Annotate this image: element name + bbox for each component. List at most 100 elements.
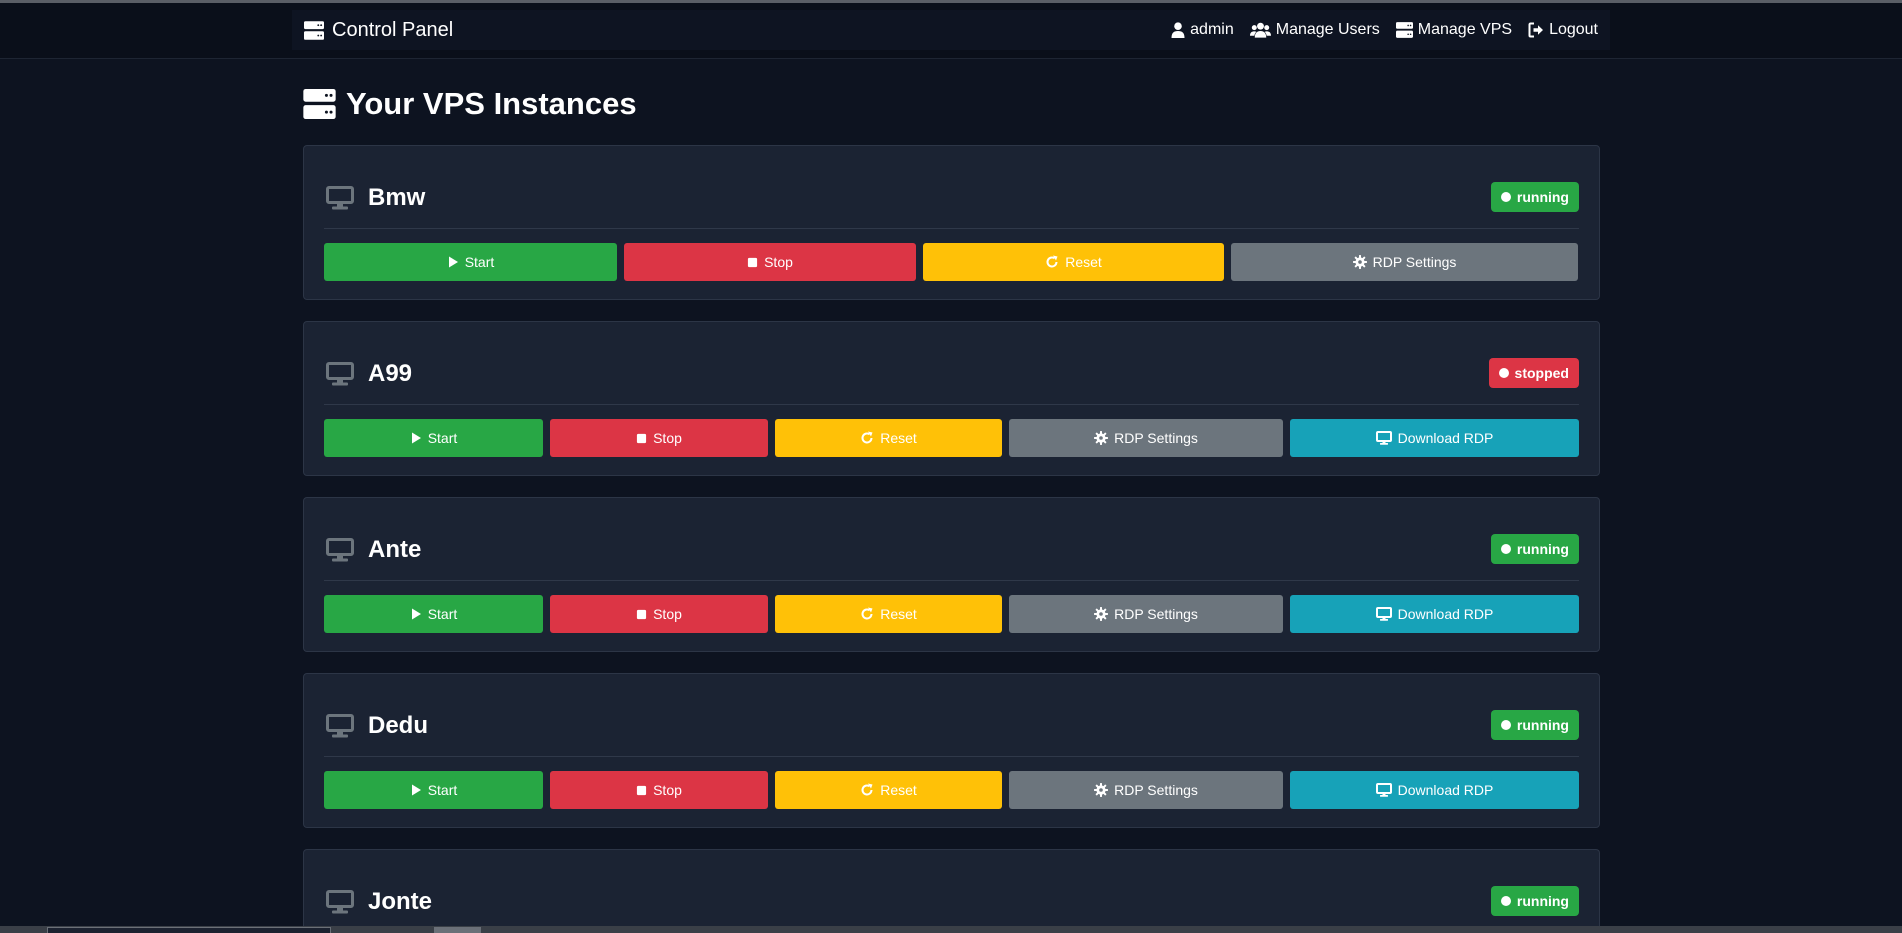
play-icon bbox=[410, 432, 422, 444]
card-title: Bmw bbox=[326, 184, 425, 212]
status-badge: running bbox=[1490, 886, 1579, 916]
download-rdp-label: Download RDP bbox=[1397, 606, 1494, 622]
stop-label: Stop bbox=[653, 430, 682, 446]
rdp-settings-label: RDP Settings bbox=[1372, 254, 1457, 270]
status-dot-icon bbox=[1500, 720, 1511, 730]
start-label: Start bbox=[427, 782, 458, 798]
rotate-icon bbox=[860, 607, 874, 621]
start-button[interactable]: Start bbox=[324, 243, 617, 281]
vps-name: Ante bbox=[368, 536, 422, 563]
desktop-icon bbox=[1376, 607, 1392, 621]
monitor-icon bbox=[326, 538, 354, 562]
start-label: Start bbox=[427, 606, 458, 622]
stop-icon bbox=[747, 257, 758, 268]
start-label: Start bbox=[464, 254, 495, 270]
nav-link-admin-label: admin bbox=[1190, 21, 1234, 38]
play-icon bbox=[410, 608, 422, 620]
vps-name: Jonte bbox=[368, 888, 433, 915]
nav-link-manage-users-label: Manage Users bbox=[1275, 21, 1380, 38]
download-rdp-button[interactable]: Download RDP bbox=[1290, 771, 1579, 809]
status-badge: stopped bbox=[1488, 358, 1579, 388]
stop-icon bbox=[636, 609, 647, 620]
server-icon bbox=[303, 89, 336, 119]
stop-icon bbox=[636, 433, 647, 444]
stop-button[interactable]: Stop bbox=[550, 595, 768, 633]
nav-link-admin[interactable]: admin bbox=[1171, 21, 1234, 39]
status-badge: running bbox=[1490, 710, 1579, 740]
brand-label: Control Panel bbox=[332, 18, 454, 41]
status-text: running bbox=[1516, 717, 1569, 733]
users-icon bbox=[1250, 22, 1271, 38]
status-dot-icon bbox=[1500, 896, 1511, 906]
rdp-settings-label: RDP Settings bbox=[1114, 782, 1198, 798]
reset-button[interactable]: Reset bbox=[775, 419, 1002, 457]
status-dot-icon bbox=[1498, 368, 1509, 378]
action-buttons: Start Stop Reset RDP Settings Download R… bbox=[324, 595, 1579, 633]
nav-link-logout[interactable]: Logout bbox=[1528, 21, 1598, 39]
gear-icon bbox=[1094, 607, 1108, 621]
download-rdp-button[interactable]: Download RDP bbox=[1290, 595, 1579, 633]
rdp-settings-button[interactable]: RDP Settings bbox=[1009, 595, 1283, 633]
play-icon bbox=[447, 256, 459, 268]
card-title: Jonte bbox=[326, 888, 432, 916]
logout-icon bbox=[1528, 22, 1544, 38]
status-badge: running bbox=[1490, 534, 1579, 564]
reset-button[interactable]: Reset bbox=[775, 771, 1002, 809]
vps-card: A99 stopped Start Stop Reset RDP Setting… bbox=[303, 321, 1600, 476]
nav-link-manage-vps[interactable]: Manage VPS bbox=[1396, 21, 1512, 39]
monitor-icon bbox=[326, 362, 354, 386]
monitor-icon bbox=[326, 714, 354, 738]
download-rdp-label: Download RDP bbox=[1397, 782, 1494, 798]
vps-name: A99 bbox=[368, 360, 413, 387]
status-text: running bbox=[1516, 541, 1569, 557]
vps-name: Bmw bbox=[368, 184, 426, 211]
stop-button[interactable]: Stop bbox=[550, 771, 768, 809]
rdp-settings-button[interactable]: RDP Settings bbox=[1009, 419, 1283, 457]
gear-icon bbox=[1094, 431, 1108, 445]
start-button[interactable]: Start bbox=[324, 419, 543, 457]
vps-card: Bmw running Start Stop Reset RDP Setting… bbox=[303, 145, 1600, 300]
page-title: Your VPS Instances bbox=[303, 86, 637, 122]
stop-icon bbox=[636, 785, 647, 796]
card-header bbox=[324, 146, 1579, 229]
stop-label: Stop bbox=[653, 782, 682, 798]
monitor-icon bbox=[326, 186, 354, 210]
card-header bbox=[324, 498, 1579, 581]
status-text: stopped bbox=[1514, 365, 1569, 381]
stop-label: Stop bbox=[653, 606, 682, 622]
nav-links: admin Manage Users Manage VPS Logout bbox=[1171, 21, 1598, 39]
gear-icon bbox=[1094, 783, 1108, 797]
rdp-settings-button[interactable]: RDP Settings bbox=[1009, 771, 1283, 809]
stop-label: Stop bbox=[764, 254, 793, 270]
reset-button[interactable]: Reset bbox=[923, 243, 1224, 281]
reset-button[interactable]: Reset bbox=[775, 595, 1002, 633]
card-title: A99 bbox=[326, 360, 412, 388]
stop-button[interactable]: Stop bbox=[550, 419, 768, 457]
card-header bbox=[324, 322, 1579, 405]
action-buttons: Start Stop Reset RDP Settings bbox=[324, 243, 1579, 281]
reset-label: Reset bbox=[880, 782, 917, 798]
start-button[interactable]: Start bbox=[324, 595, 543, 633]
reset-label: Reset bbox=[880, 430, 917, 446]
desktop-icon bbox=[1376, 783, 1392, 797]
desktop-icon bbox=[1376, 431, 1392, 445]
nav-link-manage-vps-label: Manage VPS bbox=[1417, 21, 1513, 38]
start-label: Start bbox=[427, 430, 458, 446]
start-button[interactable]: Start bbox=[324, 771, 543, 809]
status-dot-icon bbox=[1500, 544, 1511, 554]
server-icon bbox=[304, 21, 324, 40]
gear-icon bbox=[1353, 255, 1367, 269]
brand[interactable]: Control Panel bbox=[304, 19, 453, 42]
taskbar-item[interactable] bbox=[434, 927, 481, 933]
play-icon bbox=[410, 784, 422, 796]
status-badge: running bbox=[1490, 182, 1579, 212]
rdp-settings-button[interactable]: RDP Settings bbox=[1231, 243, 1578, 281]
nav-link-logout-label: Logout bbox=[1549, 21, 1598, 38]
download-rdp-button[interactable]: Download RDP bbox=[1290, 419, 1579, 457]
stop-button[interactable]: Stop bbox=[624, 243, 916, 281]
navbar: Control Panel admin Manage Users Manage … bbox=[292, 10, 1610, 50]
card-header bbox=[324, 674, 1579, 757]
taskbar-item[interactable] bbox=[47, 927, 331, 933]
rotate-icon bbox=[1045, 255, 1059, 269]
nav-link-manage-users[interactable]: Manage Users bbox=[1250, 21, 1380, 39]
